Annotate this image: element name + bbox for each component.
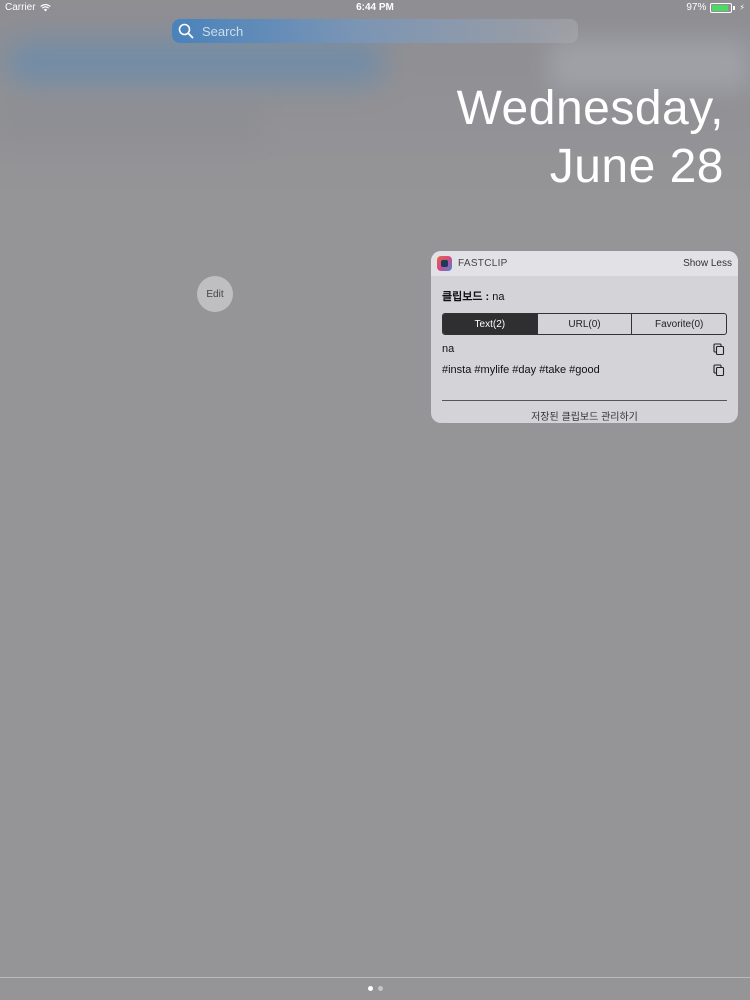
date-label: June 28 [549, 140, 724, 193]
background-blur-shape [0, 100, 260, 140]
copy-icon[interactable] [713, 363, 725, 376]
copy-icon[interactable] [713, 342, 725, 355]
clip-type-tabs: Text(2) URL(0) Favorite(0) [442, 313, 727, 335]
fastclip-widget: FASTCLIP Show Less 클립보드 : na Text(2) URL… [431, 251, 738, 423]
tab-text[interactable]: Text(2) [443, 314, 538, 334]
status-bar: Carrier 6:44 PM 97% ⚡ [0, 0, 750, 16]
clip-item-text: #insta #mylife #day #take #good [442, 363, 600, 376]
weekday-label: Wednesday, [456, 82, 724, 135]
current-clipboard: 클립보드 : na [442, 288, 727, 304]
status-right: 97% ⚡ [686, 2, 745, 13]
clip-item-text: na [442, 342, 455, 355]
background-blur-shape [5, 40, 385, 85]
widget-app-name: FASTCLIP [458, 258, 508, 269]
date-display: Wednesday, June 28 [457, 80, 724, 196]
battery-fill [712, 4, 729, 11]
battery-icon [710, 2, 733, 13]
manage-clipboard-link[interactable]: 저장된 클립보드 관리하기 [442, 408, 727, 423]
search-icon [178, 23, 194, 39]
battery-tip [733, 5, 736, 10]
edit-button[interactable]: Edit [197, 276, 233, 312]
dock-divider [0, 977, 750, 978]
charging-bolt-icon: ⚡ [739, 3, 745, 12]
app-icon-detail [441, 260, 448, 267]
clip-item[interactable]: #insta #mylife #day #take #good [442, 359, 727, 380]
tab-url[interactable]: URL(0) [538, 314, 633, 334]
search-input[interactable] [200, 22, 564, 40]
clipboard-label: 클립보드 : [442, 291, 490, 303]
clip-list: na #insta #mylife #day #take #good [442, 338, 727, 380]
widget-header: FASTCLIP Show Less [431, 251, 738, 276]
tab-favorite[interactable]: Favorite(0) [632, 314, 726, 334]
page-dot-active [367, 986, 373, 991]
clipboard-value: na [492, 291, 505, 303]
clip-item[interactable]: na [442, 338, 727, 359]
page-dot [377, 986, 383, 991]
page-indicator[interactable] [0, 986, 750, 991]
fastclip-app-icon [437, 256, 452, 271]
show-less-button[interactable]: Show Less [683, 258, 732, 269]
widget-divider [442, 400, 727, 401]
status-time: 6:44 PM [356, 2, 394, 13]
widget-body: 클립보드 : na Text(2) URL(0) Favorite(0) na … [431, 288, 738, 423]
battery-percent: 97% [686, 2, 707, 13]
search-bar[interactable] [172, 19, 578, 43]
